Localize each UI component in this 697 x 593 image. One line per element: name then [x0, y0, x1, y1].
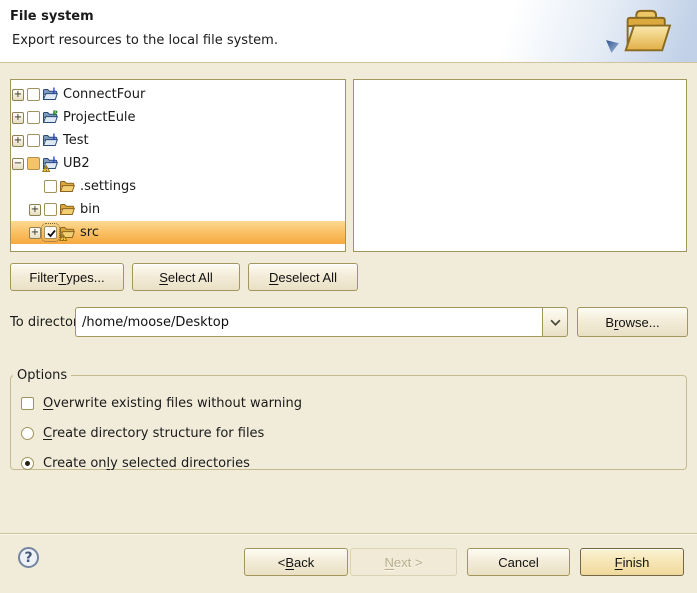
expand-toggle-icon[interactable]: + [29, 204, 41, 216]
tree-item-label: ConnectFour [63, 87, 145, 102]
chevron-down-icon [550, 319, 561, 326]
option-label: Create only selected directories [43, 456, 250, 471]
tree-item-label: Test [63, 133, 89, 148]
expand-toggle-icon[interactable]: + [29, 227, 41, 239]
expand-toggle-icon[interactable]: + [12, 112, 24, 124]
options-group: Options Overwrite existing files without… [10, 368, 687, 470]
checkbox-bin[interactable] [44, 203, 57, 216]
checkbox-connectfour[interactable] [27, 88, 40, 101]
wizard-header: File system Export resources to the loca… [0, 0, 697, 63]
folder-icon [59, 225, 75, 241]
tree-item-label: ProjectEule [63, 110, 136, 125]
java-project-icon: J [42, 87, 58, 103]
back-button[interactable]: < Back [244, 548, 348, 576]
svg-text:J: J [52, 156, 56, 164]
expand-toggle-icon[interactable]: + [12, 135, 24, 147]
option-row-create-directory-structure[interactable]: Create directory structure for files [21, 423, 686, 443]
tree-row-projecteule[interactable]: + P ProjectEule [11, 106, 345, 129]
checkbox-ub2[interactable] [27, 157, 40, 170]
tree-row-ub2[interactable]: − J UB2 [11, 152, 345, 175]
checkbox-overwrite-existing[interactable] [21, 397, 34, 410]
tree-item-label: bin [80, 202, 100, 217]
page-title: File system [10, 9, 94, 24]
footer-separator [0, 533, 697, 534]
deselect-all-button[interactable]: Deselect All [248, 263, 358, 291]
option-label: Overwrite existing files without warning [43, 396, 302, 411]
tree-item-label: src [80, 225, 99, 240]
tree-item-label: .settings [80, 179, 136, 194]
svg-text:J: J [52, 133, 56, 141]
help-icon: ? [24, 550, 32, 566]
java-project-icon: J [42, 156, 58, 172]
select-all-button[interactable]: Select All [132, 263, 240, 291]
svg-text:J: J [52, 87, 56, 95]
export-arrow-icon [605, 39, 620, 54]
checkbox-src[interactable] [44, 226, 57, 239]
folder-icon [59, 202, 75, 218]
next-button: Next > [350, 548, 457, 576]
tree-row-settings[interactable]: +.settings [11, 175, 345, 198]
cancel-button[interactable]: Cancel [467, 548, 570, 576]
project-icon: P [42, 110, 58, 126]
radio-create-directory-structure[interactable] [21, 427, 34, 440]
tree-row-connectfour[interactable]: + J ConnectFour [11, 83, 345, 106]
java-project-icon: J [42, 133, 58, 149]
directory-input[interactable] [75, 307, 542, 337]
checkbox-settings[interactable] [44, 180, 57, 193]
option-row-overwrite-existing[interactable]: Overwrite existing files without warning [21, 393, 686, 413]
folder-icon [59, 179, 75, 195]
export-folder-icon [617, 2, 675, 60]
options-legend: Options [13, 368, 71, 383]
tree-row-bin[interactable]: + bin [11, 198, 345, 221]
option-label: Create directory structure for files [43, 426, 264, 441]
collapse-toggle-icon[interactable]: − [12, 158, 24, 170]
combo-dropdown-button[interactable] [542, 307, 568, 337]
tree-row-src[interactable]: + src [11, 221, 345, 244]
page-subtitle: Export resources to the local file syste… [12, 33, 278, 48]
resource-tree[interactable]: +JConnectFour+PProjectEule+JTest−JUB2+.s… [10, 79, 346, 252]
browse-button[interactable]: Browse... [577, 307, 688, 337]
checkbox-projecteule[interactable] [27, 111, 40, 124]
directory-combo [75, 307, 568, 337]
tree-item-label: UB2 [63, 156, 90, 171]
filter-types-button[interactable]: Filter Types... [10, 263, 124, 291]
expand-toggle-icon[interactable]: + [12, 89, 24, 101]
file-list-panel[interactable] [353, 79, 687, 252]
tree-row-test[interactable]: + J Test [11, 129, 345, 152]
finish-button[interactable]: Finish [580, 548, 684, 576]
option-row-create-only-selected[interactable]: Create only selected directories [21, 453, 686, 473]
export-wizard-dialog: File system Export resources to the loca… [0, 0, 697, 593]
checkbox-test[interactable] [27, 134, 40, 147]
svg-text:P: P [53, 110, 58, 118]
radio-create-only-selected[interactable] [21, 457, 34, 470]
help-button[interactable]: ? [18, 547, 39, 568]
